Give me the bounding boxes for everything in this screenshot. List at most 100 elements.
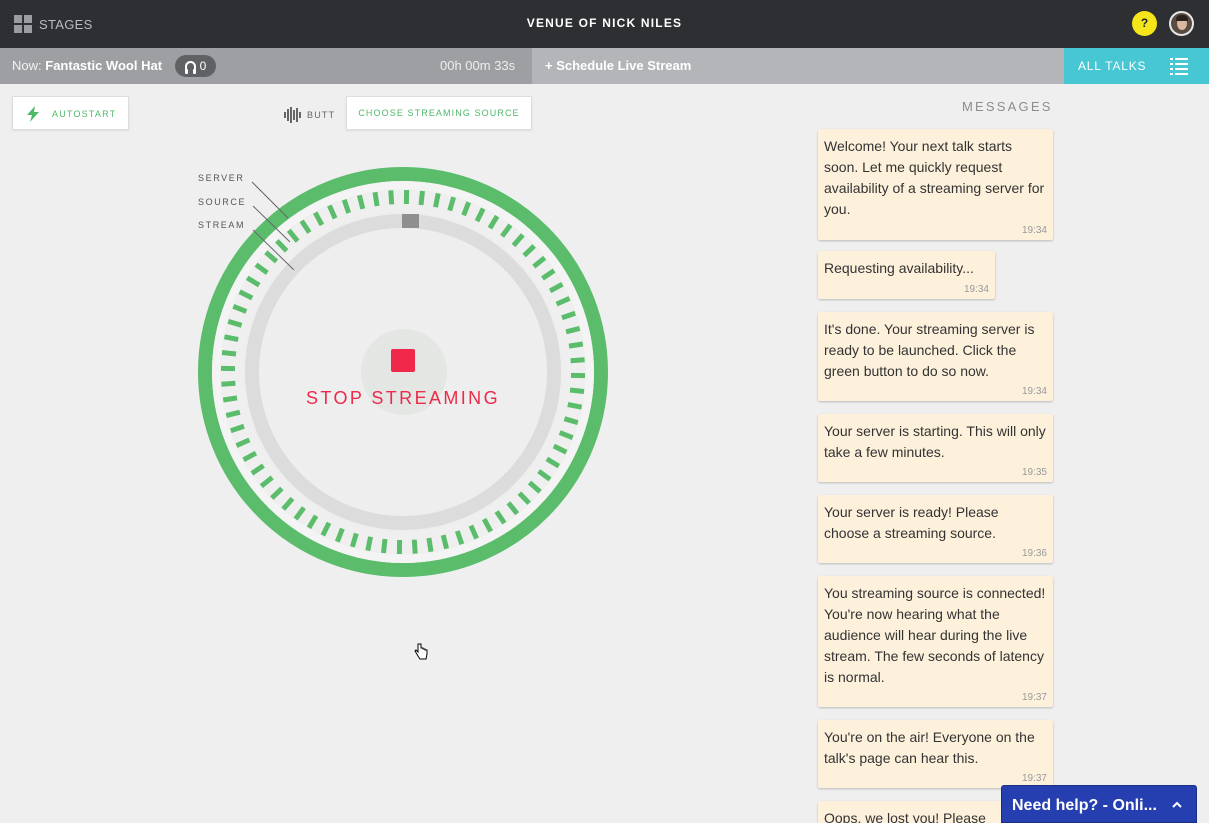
dial-tick — [537, 469, 552, 482]
dial-tick — [555, 296, 571, 307]
dial-tick — [222, 395, 238, 403]
dial-tick — [517, 491, 531, 505]
dial-tick — [568, 341, 584, 349]
now-prefix: Now: — [12, 58, 42, 73]
dial-tick — [567, 402, 583, 410]
message-time: 19:36 — [1021, 548, 1047, 559]
dial-tick — [299, 219, 312, 234]
dial-tick — [293, 506, 306, 521]
dial-tick — [500, 223, 513, 238]
now-playing: Now: Fantastic Wool Hat — [12, 58, 162, 73]
dial-tick — [522, 244, 536, 258]
dial-tick — [281, 496, 295, 511]
all-talks-button[interactable]: ALL TALKS — [1064, 48, 1209, 84]
message-text: It's done. Your streaming server is read… — [824, 321, 1035, 379]
headphones-icon — [184, 61, 196, 74]
dial-tick — [381, 538, 388, 554]
dial-tick — [468, 524, 479, 540]
listener-count-badge: 0 — [175, 55, 216, 77]
dial-tick — [569, 387, 585, 394]
dial-tick — [527, 480, 542, 494]
schedule-bar: + Schedule Live Stream — [532, 48, 1064, 84]
dial-tick — [532, 255, 547, 269]
venue-title: VENUE OF NICK NILES — [526, 16, 683, 30]
listener-count: 0 — [199, 59, 207, 73]
need-help-widget[interactable]: Need help? - Onli... — [1001, 785, 1197, 823]
dial-tick — [245, 275, 261, 288]
dial-tick — [365, 536, 373, 552]
hand-cursor-icon — [414, 643, 428, 660]
dial-tick — [250, 463, 265, 476]
dial-tick — [221, 350, 237, 357]
autostart-label: AUTOSTART — [52, 109, 117, 119]
dial-tick — [232, 303, 248, 314]
dial-tick — [349, 532, 359, 548]
server-label: SERVER — [198, 173, 245, 183]
dial-tick — [426, 537, 434, 553]
dial-tick — [558, 430, 574, 441]
dial-tick — [411, 539, 418, 554]
now-playing-bar: Now: Fantastic Wool Hat 0 00h 00m 33s — [0, 48, 532, 84]
choose-streaming-source-button[interactable]: CHOOSE STREAMING SOURCE — [346, 96, 532, 130]
message-bubble: It's done. Your streaming server is read… — [818, 312, 1053, 401]
message-bubble: Your server is starting. This will only … — [818, 414, 1053, 482]
dial-tick — [238, 289, 254, 301]
dial-tick — [570, 357, 585, 364]
message-bubble: Your server is ready! Please choose a st… — [818, 495, 1053, 563]
dial-tick — [565, 325, 581, 335]
dial-tick — [235, 437, 251, 448]
dial-tick — [563, 416, 579, 426]
all-talks-label: ALL TALKS — [1078, 59, 1147, 73]
need-help-label: Need help? - Onli... — [1012, 797, 1157, 814]
stop-streaming-label[interactable]: STOP STREAMING — [290, 388, 516, 409]
dial-tick — [487, 214, 500, 230]
elapsed-timer: 00h 00m 33s — [440, 58, 516, 73]
help-button[interactable]: ? — [1132, 11, 1157, 36]
dial-tick — [506, 501, 520, 516]
dial-tick — [561, 310, 577, 321]
dial-tick — [474, 207, 486, 223]
autostart-button[interactable]: AUTOSTART — [12, 96, 129, 130]
lightning-icon — [27, 106, 39, 122]
dial-tick — [334, 527, 345, 543]
stop-icon[interactable] — [391, 349, 415, 372]
dial-tick — [388, 190, 395, 205]
message-bubble: Requesting availability... 19:34 — [818, 251, 995, 299]
audio-wave-icon — [284, 107, 301, 123]
dial-tick — [433, 192, 441, 208]
dial-tick — [242, 450, 258, 462]
message-time: 19:37 — [1021, 773, 1047, 784]
dial-tick — [447, 196, 457, 212]
dial-tick — [454, 530, 465, 546]
message-time: 19:34 — [1021, 386, 1047, 397]
schedule-live-stream-link[interactable]: + Schedule Live Stream — [545, 58, 691, 73]
legend-lines — [251, 181, 295, 270]
messages-title: MESSAGES — [962, 99, 1053, 114]
message-text: You're on the air! Everyone on the talk'… — [824, 729, 1035, 766]
dial-tick — [481, 517, 493, 533]
now-title: Fantastic Wool Hat — [45, 58, 163, 73]
message-time: 19:35 — [1021, 467, 1047, 478]
dial-tick — [306, 514, 319, 530]
dial-tick — [341, 198, 352, 214]
dial-tick — [548, 282, 564, 294]
dial-tick — [313, 211, 325, 227]
dial-tick — [356, 194, 366, 210]
message-bubble: You streaming source is connected! You'r… — [818, 576, 1053, 707]
message-bubble: Welcome! Your next talk starts soon. Let… — [818, 129, 1053, 240]
message-time: 19:34 — [1021, 225, 1047, 236]
avatar[interactable] — [1169, 11, 1194, 36]
dial-tick — [440, 534, 450, 550]
chevron-up-icon — [1172, 801, 1182, 808]
message-text: Your server is starting. This will only … — [824, 423, 1046, 460]
dial-tick — [372, 191, 380, 207]
message-text: Requesting availability... — [824, 260, 974, 276]
dial-tick — [327, 204, 338, 220]
dial-tick — [259, 475, 274, 489]
message-text: Your server is ready! Please choose a st… — [824, 504, 999, 541]
message-text: You streaming source is connected! You'r… — [824, 585, 1046, 685]
dial-tick — [227, 318, 243, 328]
dial-tick — [494, 510, 507, 525]
dial-tick — [545, 456, 561, 469]
dial-tick — [552, 443, 568, 455]
